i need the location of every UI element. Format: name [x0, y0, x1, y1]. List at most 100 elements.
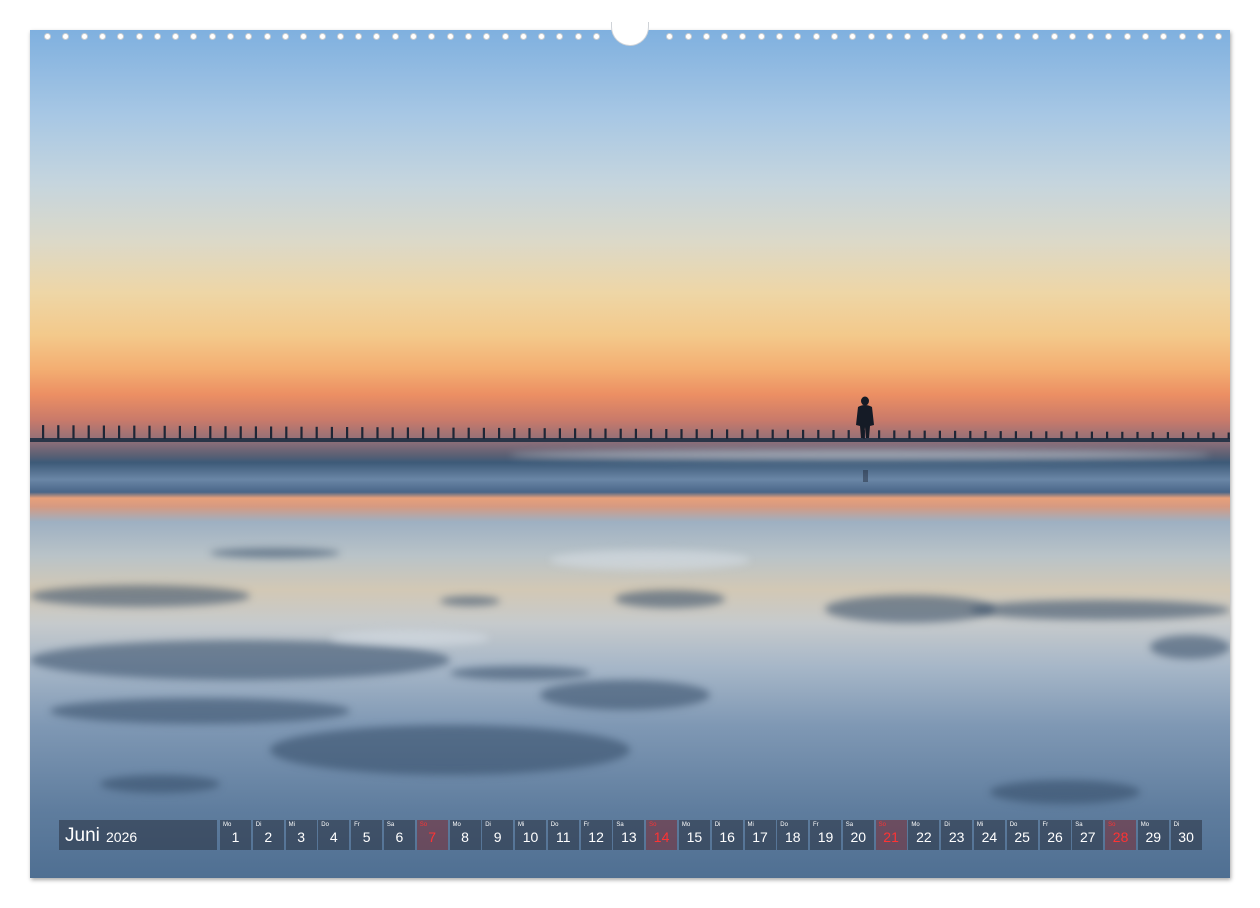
binding-hole — [1215, 33, 1223, 40]
wooden-post — [1151, 432, 1154, 439]
weekday-label: Di — [944, 822, 950, 828]
day-number: 6 — [395, 829, 404, 845]
day-cell: Mi 10 — [515, 820, 546, 850]
day-number: 21 — [883, 829, 899, 845]
weekday-label: Fr — [1042, 822, 1049, 828]
wooden-post — [194, 426, 197, 439]
day-cell: Sa 20 — [842, 820, 874, 850]
month-label-box: Juni 2026 — [59, 820, 217, 850]
day-cell: So 14 — [646, 820, 678, 850]
day-cell: Mi 24 — [973, 820, 1005, 850]
wooden-post — [680, 429, 683, 439]
wooden-post — [1197, 432, 1200, 439]
weekday-label: Fr — [354, 822, 360, 828]
binding-hole — [318, 33, 326, 40]
binding-hole — [849, 33, 857, 40]
weekday-label: Mo — [681, 822, 691, 828]
wooden-post — [741, 429, 744, 439]
wooden-post — [498, 427, 501, 439]
binding-hole — [62, 33, 70, 40]
binding-hole — [355, 33, 363, 40]
binding-hole — [1068, 33, 1076, 40]
day-cell: Fr 19 — [810, 820, 841, 850]
binding-hole — [794, 33, 802, 40]
weekday-label: Di — [485, 822, 491, 828]
day-number: 11 — [556, 829, 571, 845]
wooden-post — [1030, 431, 1033, 439]
wooden-post — [1090, 431, 1093, 439]
wooden-post — [1106, 431, 1109, 439]
binding-hole — [666, 33, 674, 40]
day-cell: Di 30 — [1170, 820, 1202, 850]
wooden-post — [57, 425, 60, 439]
day-number: 3 — [297, 829, 305, 845]
wooden-post — [604, 428, 607, 439]
day-cell: Fr 12 — [580, 820, 612, 850]
month-year: 2026 — [106, 829, 138, 845]
day-number: 20 — [850, 829, 867, 845]
weekday-label: So — [1108, 822, 1116, 828]
wooden-post — [452, 427, 455, 439]
wooden-post — [1182, 432, 1185, 439]
binding-hole — [922, 33, 930, 40]
wooden-post — [558, 428, 561, 439]
day-cell: Mo 29 — [1137, 820, 1169, 850]
day-number: 23 — [948, 829, 965, 845]
binding-hole — [556, 33, 564, 40]
wooden-post — [209, 426, 212, 439]
wooden-post — [406, 427, 409, 439]
wooden-post — [285, 426, 288, 439]
day-number: 28 — [1112, 829, 1129, 845]
binding-hole — [190, 33, 198, 40]
day-number: 27 — [1080, 829, 1096, 845]
day-cell: Mo 15 — [678, 820, 710, 850]
wooden-post — [923, 430, 926, 439]
wooden-post — [589, 428, 592, 439]
wooden-post — [361, 427, 364, 439]
wooden-post — [619, 428, 622, 439]
weekday-label: Do — [1009, 822, 1018, 828]
day-cell: Do 11 — [547, 820, 579, 850]
day-number: 4 — [329, 829, 338, 845]
binding-hole — [812, 33, 820, 40]
wooden-post — [710, 429, 713, 439]
binding-hole — [172, 33, 180, 40]
binding-hole — [885, 33, 893, 40]
wooden-post — [1014, 431, 1017, 439]
wooden-post — [254, 426, 257, 439]
wooden-post — [817, 429, 820, 439]
binding-hole — [1013, 33, 1021, 40]
weekday-label: Fr — [583, 822, 590, 828]
day-number: 5 — [362, 829, 371, 845]
wooden-post — [376, 427, 379, 439]
weekday-label: Sa — [1075, 822, 1083, 828]
day-number: 14 — [653, 829, 670, 845]
binding-hole — [300, 33, 308, 40]
binding-hole — [1032, 33, 1040, 40]
day-cell: Fr 5 — [351, 820, 383, 850]
weekday-label: Do — [321, 822, 329, 828]
weekday-label: Mi — [288, 822, 295, 828]
binding-hole — [776, 33, 783, 40]
day-number: 19 — [817, 829, 834, 845]
binding-hole — [245, 33, 253, 40]
wooden-post — [726, 429, 729, 439]
binding-hole — [1178, 33, 1186, 40]
binding-hole — [1050, 33, 1058, 40]
wooden-post — [1136, 431, 1139, 439]
binding-hole — [80, 33, 88, 40]
wooden-post — [543, 428, 546, 439]
walking-person-silhouette — [856, 396, 874, 482]
binding-hole — [757, 33, 765, 40]
wooden-post — [665, 429, 668, 439]
wooden-post — [102, 425, 105, 439]
weekday-label: Sa — [616, 822, 624, 828]
day-cell: Mi 3 — [285, 820, 317, 850]
wooden-post — [72, 425, 75, 439]
wooden-post — [1060, 431, 1063, 439]
day-cell: Mo 22 — [908, 820, 940, 850]
weekday-label: Mo — [1140, 822, 1150, 828]
day-cell: Do 25 — [1006, 820, 1038, 850]
day-number: 7 — [428, 829, 437, 845]
wooden-post — [938, 430, 941, 439]
